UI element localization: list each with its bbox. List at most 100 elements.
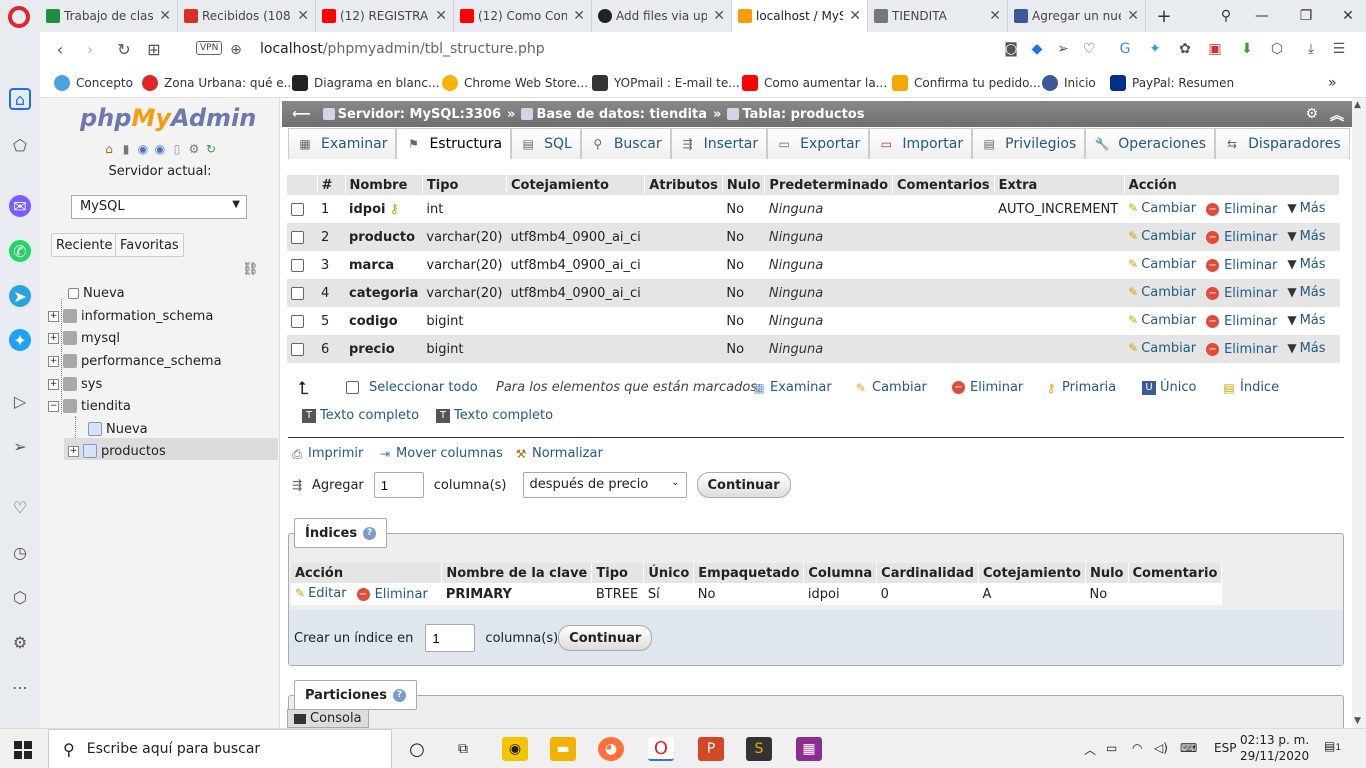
column-name[interactable]: categoria bbox=[349, 286, 418, 301]
downloads-icon[interactable]: ⤓ bbox=[1302, 41, 1320, 59]
vpn-badge[interactable]: VPN bbox=[196, 41, 223, 55]
tree-item-new[interactable]: Nueva bbox=[68, 283, 125, 303]
tree-item-new-table[interactable]: Nueva bbox=[88, 419, 148, 439]
phpmyadmin-logo[interactable]: phpMyAdmin bbox=[80, 104, 256, 132]
bookmark-item[interactable]: Chrome Web Store... bbox=[442, 75, 588, 91]
bookmark-item[interactable]: PayPal: Resumen bbox=[1110, 75, 1234, 91]
breadcrumb-server[interactable]: Servidor: MySQL:3306 bbox=[322, 107, 501, 122]
close-window-icon[interactable]: ✕ bbox=[1330, 0, 1366, 32]
new-tab-button[interactable]: + bbox=[1146, 0, 1182, 32]
home-icon[interactable]: ⌂ bbox=[102, 142, 116, 156]
vertical-scrollbar[interactable]: ▲ ▼ bbox=[1352, 98, 1366, 728]
close-icon[interactable]: ✕ bbox=[989, 8, 1001, 24]
close-icon[interactable]: ✕ bbox=[435, 8, 447, 24]
tab-browse[interactable]: ▦ Examinar bbox=[288, 128, 397, 159]
create-index-continue-button[interactable]: Continuar bbox=[558, 625, 653, 651]
row-checkbox[interactable] bbox=[291, 314, 304, 328]
shield-icon[interactable]: ◆ bbox=[1028, 41, 1046, 59]
change-column-button[interactable]: ✎ Cambiar bbox=[1128, 257, 1196, 272]
column-name[interactable]: codigo bbox=[349, 314, 398, 329]
change-column-button[interactable]: ✎ Cambiar bbox=[1128, 229, 1196, 244]
select-all-control[interactable]: Seleccionar todo bbox=[346, 380, 478, 395]
gear-icon[interactable]: ⚙ bbox=[187, 142, 201, 156]
close-icon[interactable]: ✕ bbox=[1127, 8, 1139, 24]
browser-tab-trabajo[interactable]: Trabajo de clase ✕ bbox=[40, 0, 178, 32]
windows-start-icon[interactable] bbox=[14, 741, 32, 759]
send-icon[interactable]: ➢ bbox=[9, 435, 31, 457]
app-yellow-icon[interactable]: ◉ bbox=[502, 737, 528, 761]
messenger-icon[interactable]: ✉ bbox=[9, 195, 31, 217]
browser-tab-phpmyadmin[interactable]: localhost / MyS ✕ bbox=[732, 0, 868, 32]
expand-icon[interactable]: + bbox=[68, 445, 79, 457]
network-icon[interactable]: ▭ bbox=[1106, 741, 1117, 755]
tab-privileges[interactable]: ▤ Privilegios bbox=[972, 128, 1086, 159]
translate-icon[interactable]: G bbox=[1116, 41, 1134, 59]
bookmark-item[interactable]: YOPmail : E-mail te... bbox=[592, 75, 740, 91]
breadcrumb-table[interactable]: Tabla: productos bbox=[727, 107, 864, 122]
help-icon[interactable]: ? bbox=[363, 526, 377, 540]
bookmark-item[interactable]: Como aumentar la... bbox=[742, 75, 887, 91]
select-all-checkbox[interactable] bbox=[346, 381, 359, 394]
tab-search[interactable]: ⚲ Buscar bbox=[580, 128, 671, 159]
language-indicator[interactable]: ESP bbox=[1214, 741, 1236, 755]
browser-tab-youtube-2[interactable]: (12) Como Cone ✕ bbox=[454, 0, 592, 32]
tree-item-productos[interactable]: + productos bbox=[68, 441, 166, 461]
firefox-icon[interactable]: ◕ bbox=[598, 737, 624, 761]
browser-tab-agregar[interactable]: Agregar un nue ✕ bbox=[1008, 0, 1146, 32]
cube-icon[interactable]: ⬡ bbox=[1268, 41, 1286, 59]
row-checkbox[interactable] bbox=[291, 230, 304, 244]
tree-item-tiendita[interactable]: − tiendita bbox=[48, 396, 131, 416]
delete-column-button[interactable]: − Eliminar bbox=[1206, 202, 1277, 217]
collapse-icon[interactable]: − bbox=[48, 400, 59, 412]
heart-icon[interactable]: ♡ bbox=[9, 496, 31, 518]
add-continue-button[interactable]: Continuar bbox=[696, 472, 791, 498]
home-icon[interactable]: ⌂ bbox=[9, 88, 31, 110]
more-icon[interactable]: ⋯ bbox=[9, 676, 31, 698]
whatsapp-icon[interactable]: ✆ bbox=[9, 240, 31, 262]
close-icon[interactable]: ✕ bbox=[297, 8, 309, 24]
file-explorer-icon[interactable]: ▬ bbox=[550, 737, 576, 761]
nav-tab-recent[interactable]: Reciente bbox=[51, 233, 118, 257]
scroll-up-icon[interactable]: ▲ bbox=[1354, 100, 1361, 110]
tab-sql[interactable]: ▤ SQL bbox=[511, 128, 581, 159]
tab-export[interactable]: ▭ Exportar bbox=[767, 128, 870, 159]
globe-icon[interactable]: ⊕ bbox=[226, 40, 246, 60]
history-icon[interactable]: ◷ bbox=[9, 541, 31, 563]
bulk-primary-button[interactable]: ⚷ Primaria bbox=[1044, 380, 1117, 395]
extension-puzzle-icon[interactable]: ✿ bbox=[1176, 41, 1194, 59]
tab-triggers[interactable]: ⇆ Disparadores bbox=[1215, 128, 1350, 159]
keyboard-icon[interactable]: ⌨ bbox=[1180, 741, 1197, 755]
delete-index-button[interactable]: − Eliminar bbox=[356, 587, 428, 602]
edit-index-button[interactable]: ✎ Editar bbox=[295, 586, 347, 601]
bulk-index-button[interactable]: ▤ Índice bbox=[1222, 380, 1279, 395]
taskbar-search-box[interactable]: ⚲ Escribe aquí para buscar bbox=[48, 729, 392, 768]
create-index-count-input[interactable] bbox=[425, 624, 476, 652]
reload-icon[interactable]: ↻ bbox=[114, 40, 134, 60]
expand-icon[interactable]: + bbox=[48, 355, 59, 367]
reload-icon[interactable]: ↻ bbox=[204, 142, 218, 156]
column-name[interactable]: marca bbox=[349, 258, 394, 273]
powerpoint-icon[interactable]: P bbox=[698, 737, 724, 761]
more-actions-button[interactable]: ▼ Más bbox=[1287, 313, 1325, 328]
bookmark-item[interactable]: Diagrama en blanc... bbox=[292, 75, 439, 91]
workspace-icon[interactable]: ⬠ bbox=[9, 134, 31, 156]
browser-tab-tiendita[interactable]: TIENDITA ✕ bbox=[868, 0, 1008, 32]
bookmark-item[interactable]: Confirma tu pedido... bbox=[892, 75, 1041, 91]
bulk-fulltext-button[interactable]: T Texto completo bbox=[302, 408, 419, 423]
print-link[interactable]: ⎙ Imprimir bbox=[290, 446, 363, 461]
more-actions-button[interactable]: ▼ Más bbox=[1287, 285, 1325, 300]
help-icon[interactable]: ? bbox=[392, 688, 406, 702]
server-select[interactable]: MySQL ▼ bbox=[71, 195, 247, 219]
more-actions-button[interactable]: ▼ Más bbox=[1287, 201, 1325, 216]
column-position-select[interactable]: después de precio ⌄ bbox=[522, 472, 687, 498]
bookmark-item[interactable]: Zona Urbana: qué e... bbox=[142, 75, 295, 91]
tab-operations[interactable]: 🔧 Operaciones bbox=[1085, 128, 1216, 159]
bulk-change-button[interactable]: ✎ Cambiar bbox=[854, 380, 927, 395]
wifi-icon[interactable]: ◠ bbox=[1132, 741, 1142, 755]
more-actions-button[interactable]: ▼ Más bbox=[1287, 257, 1325, 272]
speed-dial-icon[interactable]: ⊞ bbox=[144, 40, 164, 60]
back-arrow-icon[interactable]: ⟵ bbox=[292, 107, 311, 122]
delete-column-button[interactable]: − Eliminar bbox=[1206, 314, 1277, 329]
tray-expand-icon[interactable]: ︿ bbox=[1084, 741, 1096, 758]
expand-icon[interactable]: + bbox=[48, 332, 59, 344]
